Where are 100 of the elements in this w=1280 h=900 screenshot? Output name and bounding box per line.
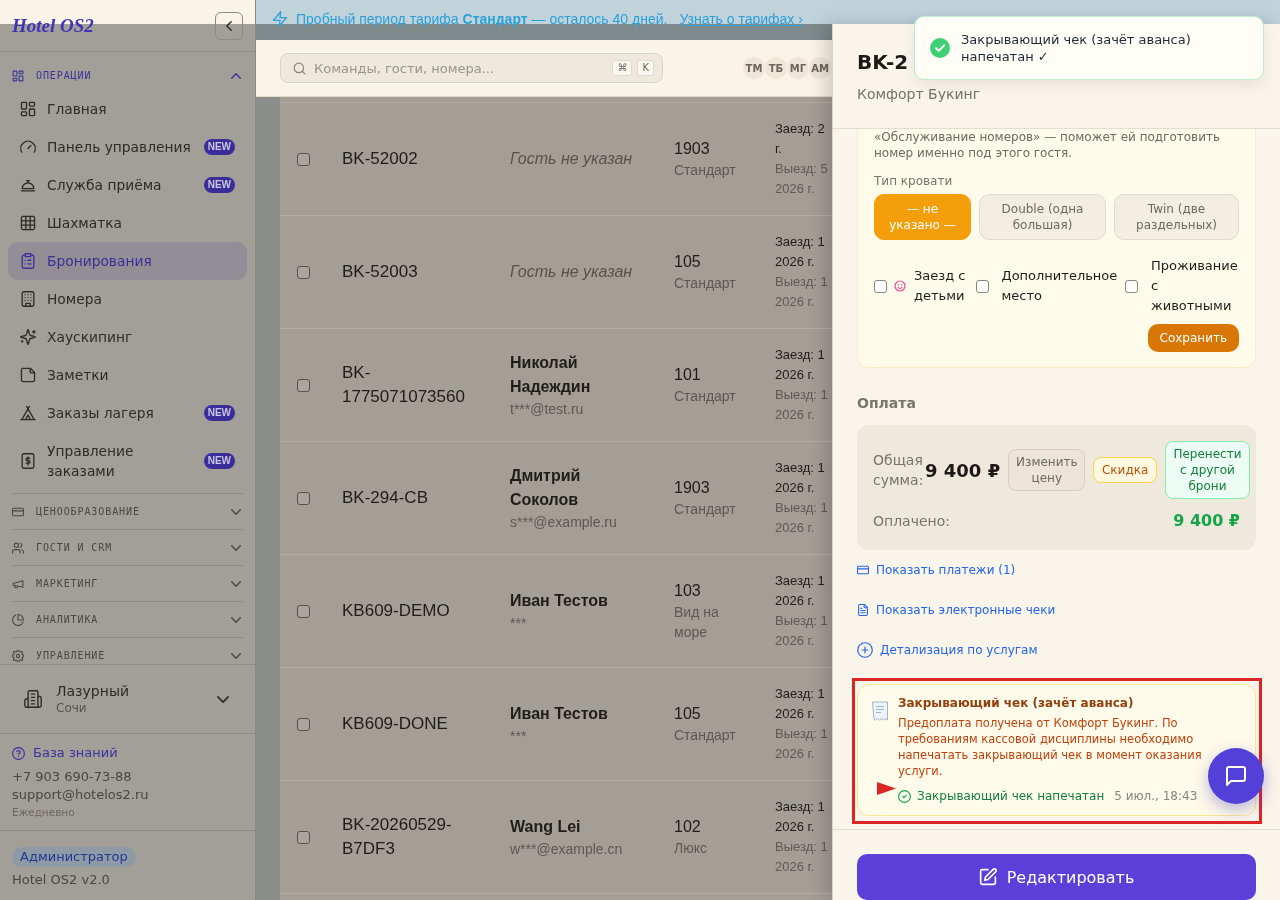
notice-title: Закрывающий чек (зачёт аванса) (898, 696, 1134, 710)
search-box[interactable]: Команды, гости, номера... ⌘ K (280, 53, 663, 83)
shortcut-key: ⌘ (612, 60, 633, 76)
hotel-selector[interactable]: Лазурный Сочи (0, 664, 255, 733)
room-number: 101 (674, 365, 701, 385)
bed-type-option[interactable]: Double (одна большая) (979, 194, 1106, 240)
lightning-icon (272, 11, 288, 27)
row-checkbox[interactable] (297, 378, 310, 392)
trial-notice: Пробный период тарифа Стандарт — осталось 40 дней. (296, 10, 668, 29)
edit-icon (978, 868, 997, 886)
guest-email: *** (510, 727, 527, 746)
room-number: 1903 (674, 139, 710, 159)
row-checkbox[interactable] (297, 830, 310, 844)
support-email: support@hotelos2.ru (12, 786, 149, 804)
collapse-button[interactable] (215, 11, 243, 40)
room-number: 105 (674, 704, 701, 724)
tent-icon (20, 405, 36, 421)
option-label: Дополнительное место (1001, 267, 1119, 305)
booking-id: BK-1775071073560 (342, 362, 466, 408)
check-in-date: 2026 г. (775, 818, 815, 836)
row-checkbox[interactable] (297, 491, 310, 505)
nav-item[interactable]: Хаускипинг (8, 318, 247, 356)
booking-title: BK-2 (857, 49, 909, 76)
document-icon (857, 604, 869, 616)
pie-chart-icon (12, 613, 24, 626)
building-icon (24, 690, 42, 708)
check-out-date: 2026 г. (775, 180, 815, 198)
preferences-note: «Обслуживание номеров» — поможет ей подготовить номер именно под этого гостя. (874, 129, 1222, 161)
check-out-date: 2026 г. (775, 519, 815, 537)
paid-label: Оплачено: (873, 512, 951, 531)
check-out-date: 2026 г. (775, 632, 815, 650)
option-checkbox[interactable] (975, 279, 989, 293)
check-in-date: 2026 г. (775, 592, 815, 610)
check-circle-icon (898, 789, 911, 803)
room-type: Вид на море (674, 603, 720, 642)
room-number: 105 (674, 252, 701, 272)
search-input[interactable]: Команды, гости, номера... (314, 60, 605, 76)
option-checkbox[interactable] (874, 279, 887, 293)
check-out-date: 2026 г. (775, 858, 815, 876)
new-badge: NEW (203, 405, 235, 421)
nav-item[interactable]: Панель управления NEW (8, 128, 247, 166)
guest-name: Николай Надеждин (510, 353, 592, 397)
check-out-date: Выезд: 1 (775, 838, 828, 856)
nav-item[interactable]: Управление заказами NEW (8, 432, 247, 490)
section-header[interactable]: ГОСТИ И CRM (12, 530, 243, 565)
drawer-link[interactable]: Показать электронные чеки (857, 602, 1056, 618)
shortcut-key: K (637, 60, 654, 76)
arrow-marker-icon (877, 782, 896, 795)
help-link[interactable]: База знаний (12, 743, 118, 763)
notice-text: Предоплата получена от Комфорт Букинг. По требованиям кассовой дисциплины необходимо напечатать закрывающий чек в момент оказания услуги. (898, 715, 1203, 779)
gauge-icon (20, 139, 36, 155)
booking-id: BK-52002 (342, 148, 418, 170)
nav-item[interactable]: Бронирования (8, 242, 247, 280)
clipboard-icon (20, 253, 36, 269)
row-checkbox[interactable] (297, 265, 310, 279)
nav-item[interactable]: Заметки (8, 356, 247, 394)
row-checkbox[interactable] (297, 152, 310, 166)
transfer-button[interactable]: Перенести с другой брони (1164, 441, 1250, 499)
nav-item[interactable]: Служба приёма NEW (8, 166, 247, 204)
row-checkbox[interactable] (297, 604, 310, 618)
check-in-date: Заезд: 1 (775, 685, 825, 703)
section-header[interactable]: АНАЛИТИКА (12, 602, 243, 637)
drawer-link[interactable]: Детализация по услугам (857, 642, 1038, 658)
room-type: Люкс (674, 839, 707, 858)
status-time: 5 июл., 18:43 (1114, 788, 1198, 804)
option-checkbox[interactable] (1125, 279, 1138, 293)
check-in-date: г. (775, 140, 782, 158)
plus-circle-icon (857, 642, 873, 658)
room-type: Стандарт (674, 500, 736, 519)
building-icon (20, 291, 36, 307)
guest-name: Иван Тестов (510, 704, 608, 724)
guest-name: Гость не указан (510, 149, 633, 169)
change-price-button[interactable]: Изменить цену (1008, 449, 1086, 491)
nav-item[interactable]: Заказы лагеря NEW (8, 394, 247, 432)
nav-item[interactable]: Главная (8, 90, 247, 128)
check-in-date: 2026 г. (775, 366, 815, 384)
section-title: Оплата (857, 394, 916, 413)
drawer-link[interactable]: Показать платежи (1) (857, 562, 1016, 578)
nav-item[interactable]: Номера (8, 280, 247, 318)
avatar-initials: ТБ (764, 56, 788, 80)
new-badge: NEW (203, 453, 235, 469)
discount-button[interactable]: Скидка (1093, 457, 1157, 483)
nav-item[interactable]: Шахматка (8, 204, 247, 242)
section-header[interactable]: ЦЕНООБРАЗОВАНИЕ (12, 494, 243, 529)
section-header[interactable]: МАРКЕТИНГ (12, 566, 243, 601)
check-in-date: 2026 г. (775, 479, 815, 497)
smiley-icon (894, 280, 906, 292)
sparkles-icon (20, 329, 36, 345)
section-header[interactable]: ОПЕРАЦИИ (12, 64, 243, 88)
save-button[interactable]: Сохранить (1147, 324, 1239, 352)
row-checkbox[interactable] (297, 717, 310, 731)
card-icon (12, 505, 24, 518)
check-out-date: 2026 г. (775, 406, 815, 424)
new-badge: NEW (203, 177, 235, 193)
edit-button[interactable]: Редактировать (857, 854, 1256, 900)
room-number: 103 (674, 581, 701, 601)
search-icon (293, 61, 306, 75)
dashboard-grid-icon (12, 70, 24, 82)
bed-type-option[interactable]: Twin (две раздельных) (1114, 194, 1239, 240)
section-header[interactable]: УПРАВЛЕНИЕ (12, 638, 243, 664)
